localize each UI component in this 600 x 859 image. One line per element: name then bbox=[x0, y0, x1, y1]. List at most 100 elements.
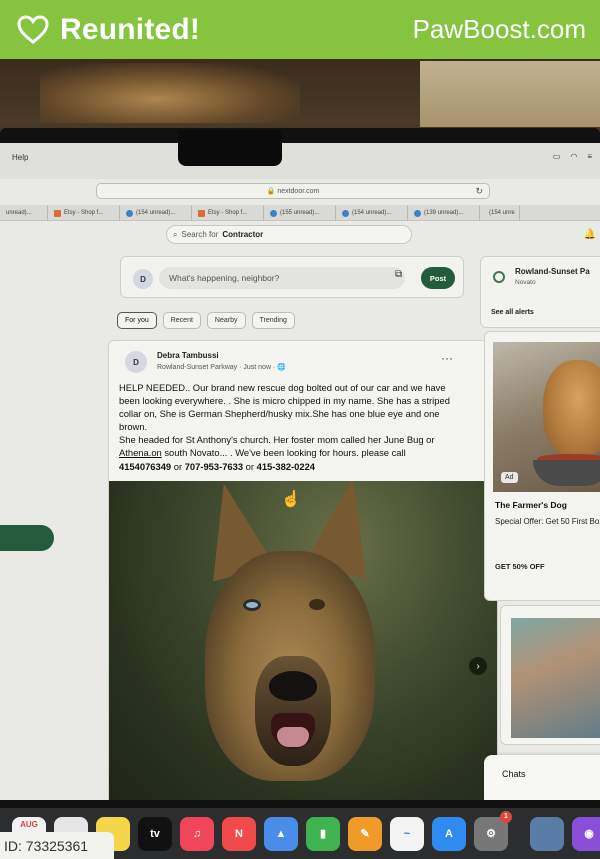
address-bar[interactable]: 🔒 nextdoor.com ↻ bbox=[96, 183, 490, 199]
next-photo-icon[interactable]: › bbox=[469, 657, 487, 675]
composer-input[interactable]: What's happening, neighbor? bbox=[159, 267, 405, 289]
ad-cta[interactable]: GET 50% OFF bbox=[495, 562, 545, 571]
app-store-icon[interactable]: A bbox=[432, 816, 466, 851]
status-icons: ▭ ◠ ≡ bbox=[553, 152, 592, 161]
keynote-icon[interactable]: ▲ bbox=[264, 816, 298, 851]
browser-tab[interactable]: (154 unre bbox=[480, 205, 520, 221]
music-icon[interactable]: ♫ bbox=[180, 816, 214, 851]
control-center-icon: ≡ bbox=[587, 152, 592, 161]
browser-tab[interactable]: (139 unread)... bbox=[408, 205, 480, 221]
dog-tongue bbox=[277, 727, 309, 747]
post-paragraph-2: She headed for St Anthony's church. Her … bbox=[119, 433, 469, 459]
room-lamp-glow bbox=[40, 63, 300, 123]
tab-label: (139 unread)... bbox=[424, 210, 464, 216]
browser-tab[interactable]: (154 unread)... bbox=[336, 205, 408, 221]
post-avatar[interactable]: D bbox=[125, 351, 147, 373]
tv-label: tv bbox=[150, 827, 160, 840]
ad-text: Special Offer: Get 50 First Box! bbox=[495, 517, 600, 526]
phone-3[interactable]: 415-382-0224 bbox=[257, 461, 315, 472]
search-icon: ⌕ bbox=[173, 229, 178, 239]
tab-label: (154 unread)... bbox=[136, 210, 176, 216]
nextdoor-favicon-icon bbox=[126, 209, 133, 217]
freeform-icon[interactable]: ~ bbox=[390, 816, 424, 851]
post-photo[interactable]: ☝ › bbox=[109, 481, 497, 800]
second-card[interactable] bbox=[500, 605, 600, 745]
browser-tab[interactable]: unread)... bbox=[0, 205, 48, 221]
left-green-button[interactable] bbox=[0, 525, 54, 551]
filter-trending[interactable]: Trending bbox=[251, 312, 295, 329]
tab-label: Etsy - Shop f... bbox=[64, 210, 104, 216]
post-button[interactable]: Post bbox=[421, 267, 455, 289]
phone-1[interactable]: 4154076349 bbox=[119, 461, 171, 472]
see-all-alerts-link[interactable]: See all alerts bbox=[491, 309, 534, 316]
news-icon[interactable]: N bbox=[222, 816, 256, 851]
search-input[interactable]: ⌕ Search for Contractor bbox=[166, 225, 412, 244]
search-keyword: Contractor bbox=[222, 230, 264, 239]
post-text-2a: She headed for St Anthony's church. Her … bbox=[119, 434, 435, 446]
browser-tab[interactable]: (154 unread)... bbox=[120, 205, 192, 221]
hand-cursor-icon: ☝ bbox=[281, 491, 301, 508]
ad-card[interactable]: Ad The Farmer's Dog Special Offer: Get 5… bbox=[484, 331, 600, 601]
ad-title[interactable]: The Farmer's Dog bbox=[495, 500, 567, 510]
etsy-favicon-icon bbox=[54, 209, 61, 217]
etsy-favicon-icon bbox=[198, 209, 205, 217]
laptop-screen: Help ▭ ◠ ≡ 🔒 nextdoor.com ↻ unread)... Et… bbox=[0, 143, 600, 800]
ad-bowl bbox=[533, 460, 600, 486]
nextdoor-favicon-icon bbox=[342, 209, 349, 217]
numbers-icon[interactable]: ▮ bbox=[306, 816, 340, 851]
url-text: nextdoor.com bbox=[277, 187, 320, 195]
dog-nose bbox=[269, 671, 317, 701]
pages-icon[interactable]: ✎ bbox=[348, 816, 382, 851]
alerts-card: Rowland-Sunset Pa Novato See all alerts bbox=[480, 256, 600, 328]
wifi-icon: ◠ bbox=[570, 152, 578, 161]
brand-name[interactable]: PawBoost.com bbox=[413, 14, 586, 45]
alert-location: Novato bbox=[515, 279, 536, 286]
podcasts-icon[interactable]: ◉ bbox=[572, 816, 600, 851]
phone-2[interactable]: 707-953-7633 bbox=[185, 461, 243, 472]
tab-label: Etsy - Shop f... bbox=[208, 210, 248, 216]
post-composer: D What's happening, neighbor? ⧉ Post bbox=[120, 256, 464, 298]
post-meta: Rowland-Sunset Parkway · Just now · 🌐 bbox=[157, 364, 286, 371]
post-link[interactable]: Athena.on bbox=[119, 447, 162, 458]
notification-bell-icon[interactable]: 🔔 bbox=[584, 229, 596, 240]
reunited-banner: Reunited! PawBoost.com bbox=[0, 0, 600, 59]
apple-tv-icon[interactable]: tv bbox=[138, 816, 172, 851]
ad-dog bbox=[543, 360, 600, 456]
filter-recent[interactable]: Recent bbox=[162, 312, 201, 329]
alert-neighborhood[interactable]: Rowland-Sunset Pa bbox=[515, 267, 590, 276]
chats-panel[interactable]: Chats bbox=[484, 755, 600, 800]
post-text-2b: south Novato... . We've been looking for… bbox=[161, 447, 406, 459]
avatar[interactable]: D bbox=[133, 269, 153, 289]
phone-sep-1: or bbox=[171, 460, 185, 472]
search-prefix: Search for bbox=[181, 230, 219, 239]
filter-nearby[interactable]: Nearby bbox=[206, 312, 246, 329]
dog-eye-brown bbox=[309, 599, 325, 610]
feed-post: D Debra Tambussi Rowland-Sunset Parkway … bbox=[108, 340, 498, 800]
calendar-month: AUG bbox=[20, 819, 38, 829]
post-body: HELP NEEDED.. Our brand new rescue dog b… bbox=[119, 381, 469, 473]
room-window bbox=[420, 61, 600, 127]
ad-image: Ad bbox=[493, 342, 600, 492]
nextdoor-favicon-icon bbox=[414, 209, 421, 217]
banner-title: Reunited! bbox=[60, 12, 201, 46]
mac-menubar: Help ▭ ◠ ≡ bbox=[0, 143, 600, 179]
media-icon[interactable]: ⧉ bbox=[395, 269, 402, 280]
more-options-icon[interactable]: ··· bbox=[441, 351, 453, 365]
tab-label: (154 unread)... bbox=[352, 210, 392, 216]
system-settings-icon[interactable]: ⚙ 1 bbox=[474, 810, 512, 851]
phone-sep-2: or bbox=[243, 460, 257, 472]
tab-label: (154 unre bbox=[489, 210, 515, 216]
browser-tab[interactable]: Etsy - Shop f... bbox=[192, 205, 264, 221]
battery-icon: ▭ bbox=[552, 152, 561, 161]
tab-strip: unread)... Etsy - Shop f... (154 unread)..… bbox=[0, 205, 600, 221]
dog-eye-blue bbox=[243, 599, 261, 611]
preview-icon[interactable] bbox=[530, 816, 564, 851]
post-author[interactable]: Debra Tambussi bbox=[157, 351, 219, 360]
browser-tab[interactable]: Etsy - Shop f... bbox=[48, 205, 120, 221]
filter-for-you[interactable]: For you bbox=[117, 312, 157, 329]
tab-label: unread)... bbox=[6, 210, 32, 216]
menu-help[interactable]: Help bbox=[12, 153, 28, 162]
browser-tab[interactable]: (155 unread)... bbox=[264, 205, 336, 221]
alert-status-icon bbox=[493, 271, 505, 283]
reload-icon[interactable]: ↻ bbox=[475, 186, 483, 197]
